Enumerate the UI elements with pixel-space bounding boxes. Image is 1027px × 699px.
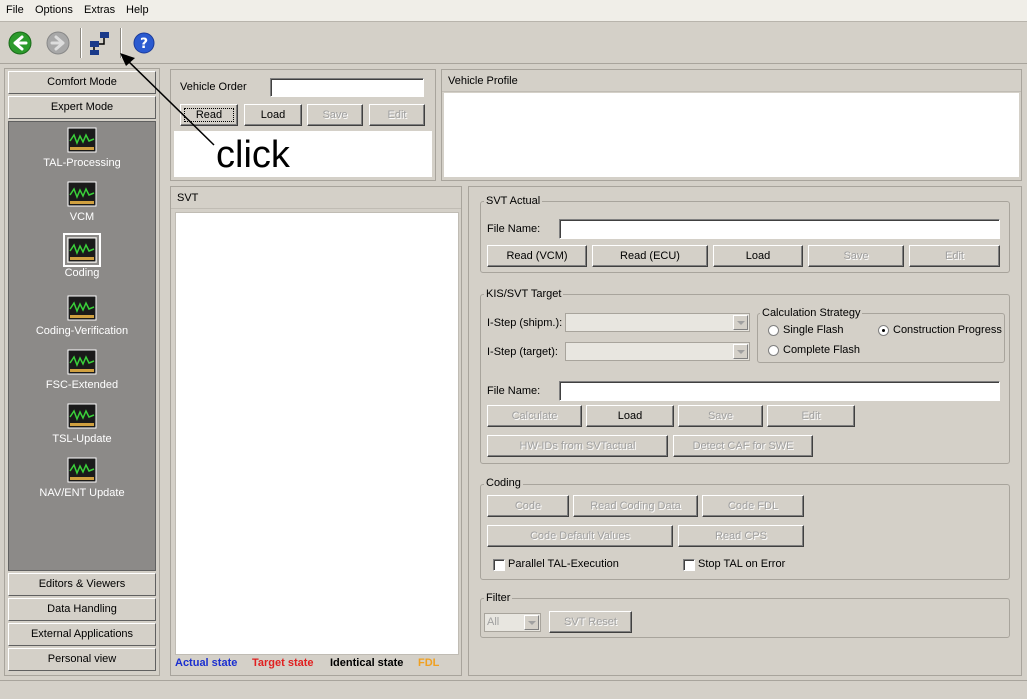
nav-label: Coding xyxy=(64,267,100,279)
code-button[interactable]: Code xyxy=(487,495,569,517)
nav-label: Coding-Verification xyxy=(35,325,129,337)
svt-actual-title: SVT Actual xyxy=(484,195,543,207)
kis-save-button[interactable]: Save xyxy=(678,405,763,427)
parallel-tal-label: Parallel TAL-Execution xyxy=(508,558,619,570)
back-arrow-icon[interactable] xyxy=(6,29,34,57)
menu-extras[interactable]: Extras xyxy=(84,4,115,16)
filter-title: Filter xyxy=(484,592,513,604)
editors-viewers-button[interactable]: Editors & Viewers xyxy=(8,573,156,596)
read-vcm-button[interactable]: Read (VCM) xyxy=(487,245,587,267)
vehicle-order-edit-button[interactable]: Edit xyxy=(369,104,425,126)
istep-shipm-label: I-Step (shipm.): xyxy=(487,317,563,329)
legend-actual-state: Actual state xyxy=(175,657,238,669)
monitor-graph-icon xyxy=(67,295,97,321)
monitor-graph-icon xyxy=(67,403,97,429)
read-ecu-button[interactable]: Read (ECU) xyxy=(592,245,708,267)
code-default-values-button[interactable]: Code Default Values xyxy=(487,525,673,547)
nav-label: FSC-Extended xyxy=(45,379,119,391)
monitor-graph-icon xyxy=(67,127,97,153)
legend-fdl: FDL xyxy=(418,657,440,669)
menu-options[interactable]: Options xyxy=(35,4,73,16)
svt-actual-save-button[interactable]: Save xyxy=(808,245,904,267)
nav-nav-ent-update[interactable]: NAV/ENT Update xyxy=(10,457,154,499)
nav-label: VCM xyxy=(69,211,95,223)
kis-load-button[interactable]: Load xyxy=(586,405,674,427)
vehicle-order-save-button[interactable]: Save xyxy=(307,104,363,126)
coding-title: Coding xyxy=(484,477,523,489)
chevron-down-icon xyxy=(733,344,748,359)
monitor-graph-icon xyxy=(67,457,97,483)
status-bar xyxy=(0,680,1027,699)
nav-coding-verification[interactable]: Coding-Verification xyxy=(10,295,154,337)
nav-label: NAV/ENT Update xyxy=(39,487,125,499)
stop-tal-checkbox[interactable] xyxy=(683,559,695,571)
svt-actual-load-button[interactable]: Load xyxy=(713,245,803,267)
chevron-down-icon xyxy=(733,315,748,330)
svt-actual-file-input[interactable] xyxy=(559,219,1000,239)
menu-bar: File Options Extras Help xyxy=(0,0,1027,22)
svt-actual-edit-button[interactable]: Edit xyxy=(909,245,1000,267)
filter-select[interactable]: All xyxy=(484,613,541,632)
hw-ids-button[interactable]: HW-IDs from SVTactual xyxy=(487,435,668,457)
chevron-down-icon xyxy=(524,615,539,630)
vehicle-order-input[interactable] xyxy=(270,78,424,97)
construction-progress-label: Construction Progress xyxy=(893,324,1002,336)
istep-target-label: I-Step (target): xyxy=(487,346,558,358)
svt-reset-button[interactable]: SVT Reset xyxy=(549,611,632,633)
code-fdl-button[interactable]: Code FDL xyxy=(702,495,804,517)
complete-flash-radio[interactable] xyxy=(768,345,779,356)
nav-coding[interactable]: Coding xyxy=(10,233,154,279)
legend-target-state: Target state xyxy=(252,657,314,669)
istep-shipm-select[interactable] xyxy=(565,313,750,332)
data-handling-button[interactable]: Data Handling xyxy=(8,598,156,621)
nav-fsc-extended[interactable]: FSC-Extended xyxy=(10,349,154,391)
construction-progress-radio[interactable] xyxy=(878,325,889,336)
legend-identical-state: Identical state xyxy=(330,657,404,669)
svt-actual-file-label: File Name: xyxy=(487,223,541,235)
monitor-graph-icon xyxy=(63,233,101,267)
vehicle-order-load-button[interactable]: Load xyxy=(244,104,302,126)
monitor-graph-icon xyxy=(67,349,97,375)
forward-arrow-icon[interactable] xyxy=(44,29,72,57)
complete-flash-label: Complete Flash xyxy=(783,344,861,356)
nav-vcm[interactable]: VCM xyxy=(10,181,154,223)
stop-tal-label: Stop TAL on Error xyxy=(698,558,786,570)
annotation-arrow-icon xyxy=(120,53,215,146)
annotation-click-text: click xyxy=(216,134,290,176)
kis-file-input[interactable] xyxy=(559,381,1000,401)
menu-help[interactable]: Help xyxy=(126,4,149,16)
calculate-button[interactable]: Calculate xyxy=(487,405,582,427)
detect-caf-button[interactable]: Detect CAF for SWE xyxy=(673,435,813,457)
svt-tree[interactable] xyxy=(175,212,459,655)
menu-file[interactable]: File xyxy=(6,4,24,16)
nav-label: TSL-Update xyxy=(52,433,112,445)
monitor-graph-icon xyxy=(67,181,97,207)
kis-edit-button[interactable]: Edit xyxy=(767,405,855,427)
single-flash-radio[interactable] xyxy=(768,325,779,336)
calculation-strategy-title: Calculation Strategy xyxy=(760,307,863,319)
vehicle-profile-title: Vehicle Profile xyxy=(442,70,1021,92)
vehicle-profile-area xyxy=(444,93,1019,177)
toolbar-separator xyxy=(80,28,82,58)
nav-label: TAL-Processing xyxy=(43,157,121,169)
istep-target-select[interactable] xyxy=(565,342,750,361)
read-cps-button[interactable]: Read CPS xyxy=(678,525,804,547)
nav-tsl-update[interactable]: TSL-Update xyxy=(10,403,154,445)
filter-select-value: All xyxy=(487,616,500,628)
svt-title: SVT xyxy=(171,187,461,209)
parallel-tal-checkbox[interactable] xyxy=(493,559,505,571)
external-applications-button[interactable]: External Applications xyxy=(8,623,156,646)
kis-svt-target-title: KIS/SVT Target xyxy=(484,288,564,300)
single-flash-label: Single Flash xyxy=(783,324,844,336)
kis-file-label: File Name: xyxy=(487,385,541,397)
read-coding-data-button[interactable]: Read Coding Data xyxy=(573,495,698,517)
personal-view-button[interactable]: Personal view xyxy=(8,648,156,671)
